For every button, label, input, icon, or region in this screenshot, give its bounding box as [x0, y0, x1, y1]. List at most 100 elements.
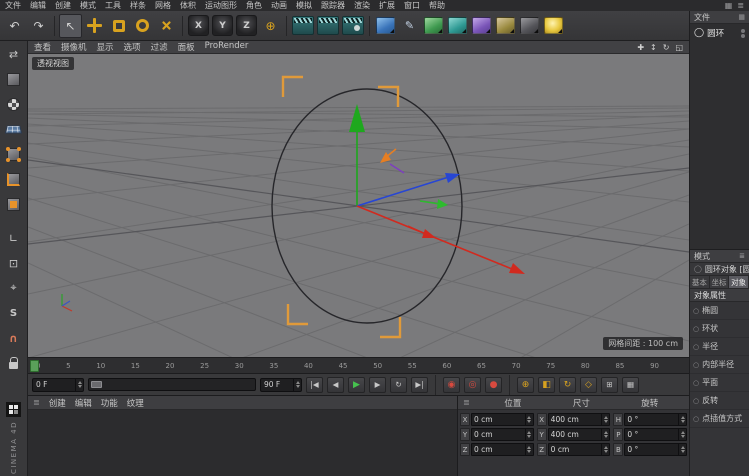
- axis-label[interactable]: Y: [460, 428, 470, 441]
- range-slider-handle[interactable]: [91, 381, 102, 388]
- workplane-mode-button[interactable]: [3, 118, 25, 140]
- pan-view-icon[interactable]: ✚: [637, 43, 644, 52]
- spline-pen-button[interactable]: ✎: [398, 14, 421, 38]
- play-button[interactable]: ▶: [348, 376, 365, 393]
- axis-label[interactable]: P: [613, 428, 624, 441]
- toggle-icon[interactable]: ○: [693, 397, 699, 405]
- x-axis-arrowhead[interactable]: [509, 263, 525, 274]
- menu-item[interactable]: 跟踪器: [321, 0, 345, 11]
- keyframe-selection-button[interactable]: ●: [485, 376, 502, 393]
- coordinate-input[interactable]: 0 cm: [547, 443, 611, 456]
- coordinate-input[interactable]: 0 °: [624, 413, 688, 426]
- viewport-canvas[interactable]: 透视视图 网格间距 : 100 cm: [28, 54, 689, 357]
- autokey-button[interactable]: ◎: [464, 376, 481, 393]
- timeline-ruler[interactable]: 051015202530354045505560657075808590: [28, 357, 689, 374]
- rotate-view-icon[interactable]: ↻: [663, 43, 670, 52]
- menu-item[interactable]: 帮助: [429, 0, 445, 11]
- redo-button[interactable]: ↷: [27, 14, 50, 38]
- attribute-row[interactable]: ○ 平面: [690, 374, 749, 392]
- render-picture-viewer-button[interactable]: [317, 16, 339, 35]
- toggle-icon[interactable]: ○: [693, 415, 699, 423]
- coordinate-input[interactable]: 0 °: [624, 428, 688, 441]
- axis-label[interactable]: Y: [536, 428, 547, 441]
- magnet-button[interactable]: ∩: [3, 327, 25, 349]
- toggle-icon[interactable]: ○: [693, 361, 699, 369]
- coordinate-input[interactable]: 0 °: [624, 443, 688, 456]
- go-to-start-button[interactable]: |◀: [306, 376, 323, 393]
- spinner-icon[interactable]: [678, 444, 686, 455]
- coordinate-input[interactable]: 0 cm: [471, 428, 534, 441]
- snap-target-button[interactable]: ⌖: [3, 277, 25, 299]
- tab-coordinates[interactable]: 坐标: [709, 276, 730, 288]
- attribute-row[interactable]: ○ 环状: [690, 320, 749, 338]
- next-frame-button[interactable]: ▶: [369, 376, 386, 393]
- polygons-mode-button[interactable]: [3, 193, 25, 215]
- viewport-menu-item[interactable]: 摄像机: [61, 41, 87, 53]
- toggle-view-icon[interactable]: ◱: [675, 43, 683, 52]
- menu-item[interactable]: 模拟: [296, 0, 312, 11]
- viewport-menu-item[interactable]: 查看: [34, 41, 51, 53]
- timeline-options-button[interactable]: ▦: [622, 376, 639, 393]
- generators-button[interactable]: [424, 17, 443, 34]
- spinner-icon[interactable]: [293, 378, 301, 391]
- toggle-icon[interactable]: ○: [693, 307, 699, 315]
- layout-toggle-icon[interactable]: ▦: [725, 1, 733, 10]
- playhead[interactable]: [30, 360, 39, 372]
- lock-y-axis-button[interactable]: Y: [212, 15, 233, 36]
- toggle-icon[interactable]: ○: [693, 325, 699, 333]
- view-label[interactable]: 透视视图: [32, 57, 74, 70]
- spinner-icon[interactable]: [524, 414, 533, 425]
- viewport-menu-item[interactable]: 面板: [178, 41, 195, 53]
- spinner-icon[interactable]: [524, 444, 533, 455]
- menu-item[interactable]: 创建: [55, 0, 71, 11]
- plane-handle-green[interactable]: [419, 200, 441, 205]
- record-scale-button[interactable]: ◧: [538, 376, 555, 393]
- spinner-icon[interactable]: [75, 378, 83, 391]
- deformers-button[interactable]: [472, 17, 491, 34]
- spinner-icon[interactable]: [524, 429, 533, 440]
- coordinate-input[interactable]: 400 cm: [547, 428, 611, 441]
- viewport-solo-button[interactable]: ⊡: [3, 252, 25, 274]
- record-rotation-button[interactable]: ↻: [559, 376, 576, 393]
- spinner-icon[interactable]: [678, 429, 686, 440]
- live-selection-button[interactable]: ↖: [59, 13, 82, 38]
- material-menu-item[interactable]: 纹理: [127, 397, 144, 409]
- coordinate-input[interactable]: 400 cm: [547, 413, 611, 426]
- interface-menu-icon[interactable]: ≣: [737, 1, 744, 10]
- material-menu-item[interactable]: 编辑: [75, 397, 92, 409]
- menu-item[interactable]: 样条: [130, 0, 146, 11]
- volume-button[interactable]: [448, 17, 467, 34]
- record-parameter-button[interactable]: ◇: [580, 376, 597, 393]
- coordinate-system-button[interactable]: ⊕: [259, 14, 282, 38]
- axis-label[interactable]: B: [613, 443, 624, 456]
- menu-item[interactable]: 渲染: [354, 0, 370, 11]
- menu-item[interactable]: 窗口: [404, 0, 420, 11]
- tab-object[interactable]: 对象: [729, 276, 749, 288]
- attribute-row[interactable]: ○ 椭圆: [690, 302, 749, 320]
- render-view-button[interactable]: [292, 16, 314, 35]
- previous-frame-button[interactable]: ◀: [327, 376, 344, 393]
- material-menu-item[interactable]: 创建: [49, 397, 66, 409]
- toggle-icon[interactable]: ○: [693, 379, 699, 387]
- zoom-view-icon[interactable]: ↕: [650, 43, 657, 52]
- spinner-icon[interactable]: [601, 414, 609, 425]
- end-frame-field[interactable]: 90 F: [260, 377, 302, 392]
- primitive-cube-button[interactable]: [376, 17, 395, 34]
- axis-label[interactable]: X: [460, 413, 470, 426]
- coordinate-input[interactable]: 0 cm: [471, 443, 534, 456]
- menu-item[interactable]: 编辑: [30, 0, 46, 11]
- point-level-animation-button[interactable]: ⊞: [601, 376, 618, 393]
- model-mode-button[interactable]: [3, 68, 25, 90]
- object-manager-list[interactable]: ◯ 圆环: [690, 24, 749, 250]
- frame-range-slider[interactable]: [88, 378, 256, 391]
- record-position-button[interactable]: ⊕: [517, 376, 534, 393]
- menu-item[interactable]: 动画: [271, 0, 287, 11]
- attribute-row[interactable]: ○ 反转: [690, 392, 749, 410]
- object-visibility-dots[interactable]: [741, 28, 745, 38]
- lock-workplane-button[interactable]: [3, 352, 25, 374]
- camera-button[interactable]: [520, 17, 539, 34]
- render-settings-button[interactable]: [342, 16, 364, 35]
- viewport-menu-item[interactable]: 选项: [124, 41, 141, 53]
- axis-label[interactable]: X: [536, 413, 547, 426]
- menu-item[interactable]: 网格: [155, 0, 171, 11]
